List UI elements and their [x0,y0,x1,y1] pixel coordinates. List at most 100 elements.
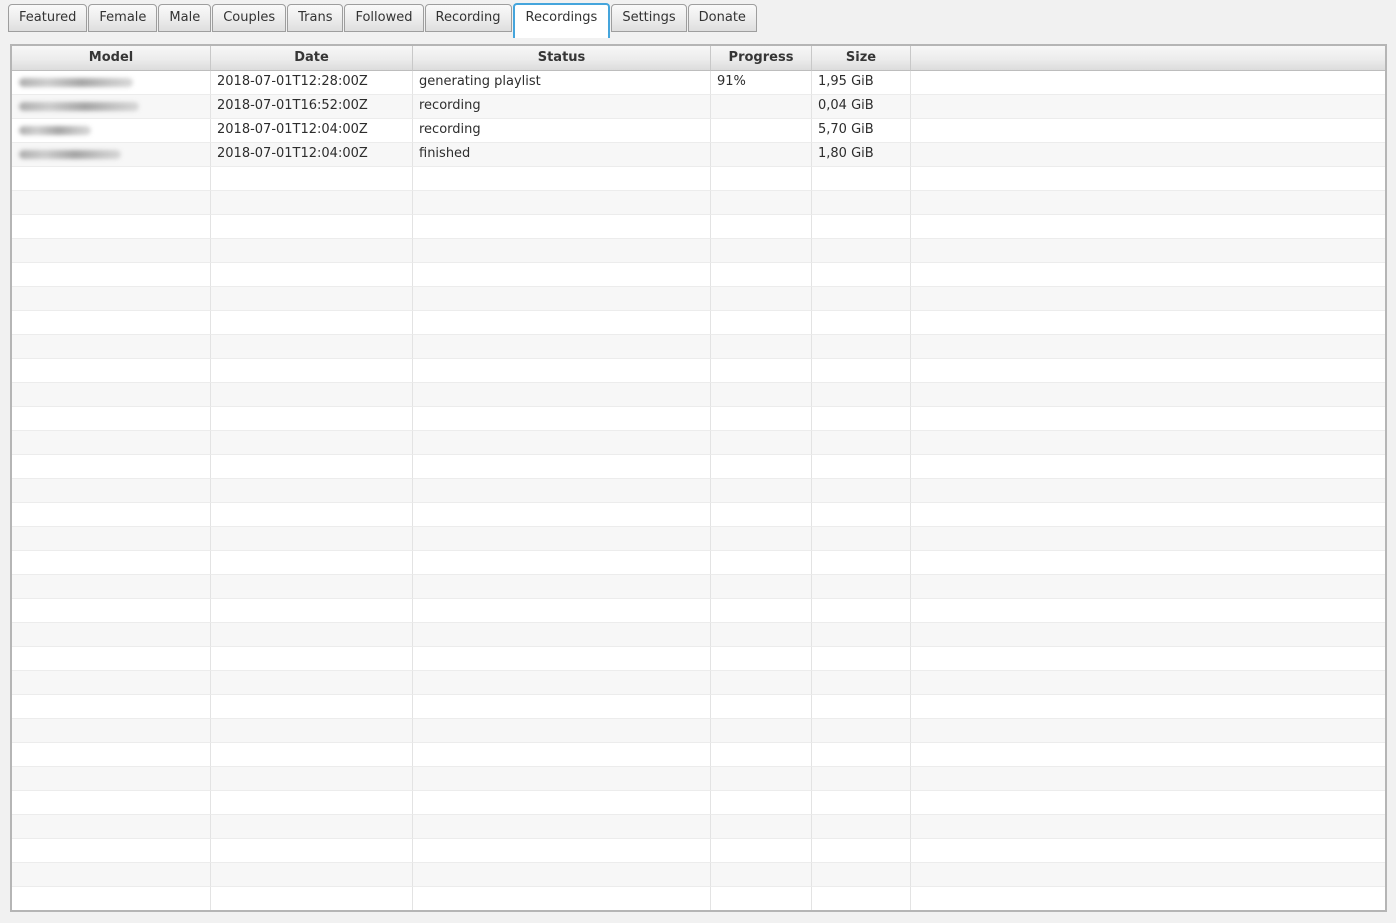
cell-status [413,263,711,287]
cell-blank [911,647,1385,671]
cell-progress [711,239,812,263]
cell-blank [911,551,1385,575]
cell-size [812,527,911,551]
cell-progress [711,191,812,215]
redacted-model-name [19,78,133,87]
cell-status [413,887,711,911]
table-row[interactable]: 2018-07-01T12:04:00Zrecording 5,70 GiB [12,119,1385,143]
cell-model [12,167,211,191]
cell-status [413,287,711,311]
cell-progress [711,743,812,767]
cell-date [211,359,413,383]
cell-date [211,599,413,623]
column-header-progress[interactable]: Progress [711,46,812,71]
empty-row [12,455,1385,479]
empty-row [12,335,1385,359]
cell-model [12,863,211,887]
cell-size [812,767,911,791]
cell-progress [711,863,812,887]
cell-status [413,599,711,623]
cell-blank [911,527,1385,551]
empty-row [12,863,1385,887]
cell-size: 0,04 GiB [812,95,911,119]
tab-male[interactable]: Male [158,4,211,32]
column-header-size[interactable]: Size [812,46,911,71]
cell-blank [911,719,1385,743]
cell-status [413,383,711,407]
column-header-model[interactable]: Model [12,46,211,71]
cell-model [12,503,211,527]
empty-row [12,527,1385,551]
cell-status [413,839,711,863]
cell-progress [711,335,812,359]
empty-row [12,215,1385,239]
table-body: 2018-07-01T12:28:00Zgenerating playlist9… [12,71,1385,911]
tab-donate[interactable]: Donate [688,4,757,32]
cell-date [211,767,413,791]
cell-model [12,767,211,791]
cell-blank [911,119,1385,143]
empty-row [12,479,1385,503]
cell-progress [711,719,812,743]
empty-row [12,695,1385,719]
cell-model [12,335,211,359]
cell-date [211,791,413,815]
cell-date: 2018-07-01T12:04:00Z [211,143,413,167]
redacted-model-name [19,102,139,111]
tab-recording[interactable]: Recording [425,4,512,32]
cell-model [12,215,211,239]
table-row[interactable]: 2018-07-01T16:52:00Zrecording0,04 GiB [12,95,1385,119]
table-row[interactable]: 2018-07-01T12:28:00Zgenerating playlist9… [12,71,1385,95]
cell-model [12,815,211,839]
cell-date [211,239,413,263]
empty-row [12,647,1385,671]
tab-settings[interactable]: Settings [611,4,686,32]
column-header-date[interactable]: Date [211,46,413,71]
cell-size [812,431,911,455]
tab-followed[interactable]: Followed [344,4,423,32]
tab-female[interactable]: Female [88,4,157,32]
cell-blank [911,767,1385,791]
empty-row [12,503,1385,527]
column-header-blank[interactable] [911,46,1385,71]
column-header-status[interactable]: Status [413,46,711,71]
cell-status: recording [413,95,711,119]
cell-date [211,623,413,647]
cell-model [12,191,211,215]
cell-blank [911,887,1385,911]
cell-size [812,839,911,863]
cell-status: recording [413,119,711,143]
tab-couples[interactable]: Couples [212,4,286,32]
cell-model [12,143,211,167]
cell-model [12,743,211,767]
cell-progress [711,575,812,599]
tab-featured[interactable]: Featured [8,4,87,32]
empty-row [12,359,1385,383]
cell-size: 5,70 GiB [812,119,911,143]
cell-blank [911,503,1385,527]
cell-size [812,479,911,503]
cell-date [211,215,413,239]
cell-progress [711,215,812,239]
cell-progress [711,503,812,527]
cell-size [812,287,911,311]
cell-size [812,191,911,215]
table-header-row: ModelDateStatusProgressSize [12,46,1385,71]
cell-blank [911,863,1385,887]
cell-progress [711,527,812,551]
tab-recordings[interactable]: Recordings [513,3,611,38]
cell-progress [711,695,812,719]
tab-trans[interactable]: Trans [287,4,343,32]
cell-date [211,191,413,215]
cell-size [812,695,911,719]
cell-blank [911,143,1385,167]
cell-date [211,647,413,671]
cell-date: 2018-07-01T12:04:00Z [211,119,413,143]
cell-size [812,383,911,407]
table-row[interactable]: 2018-07-01T12:04:00Zfinished1,80 GiB [12,143,1385,167]
cell-size [812,551,911,575]
cell-size [812,599,911,623]
cell-blank [911,431,1385,455]
cell-status [413,647,711,671]
cell-model [12,671,211,695]
